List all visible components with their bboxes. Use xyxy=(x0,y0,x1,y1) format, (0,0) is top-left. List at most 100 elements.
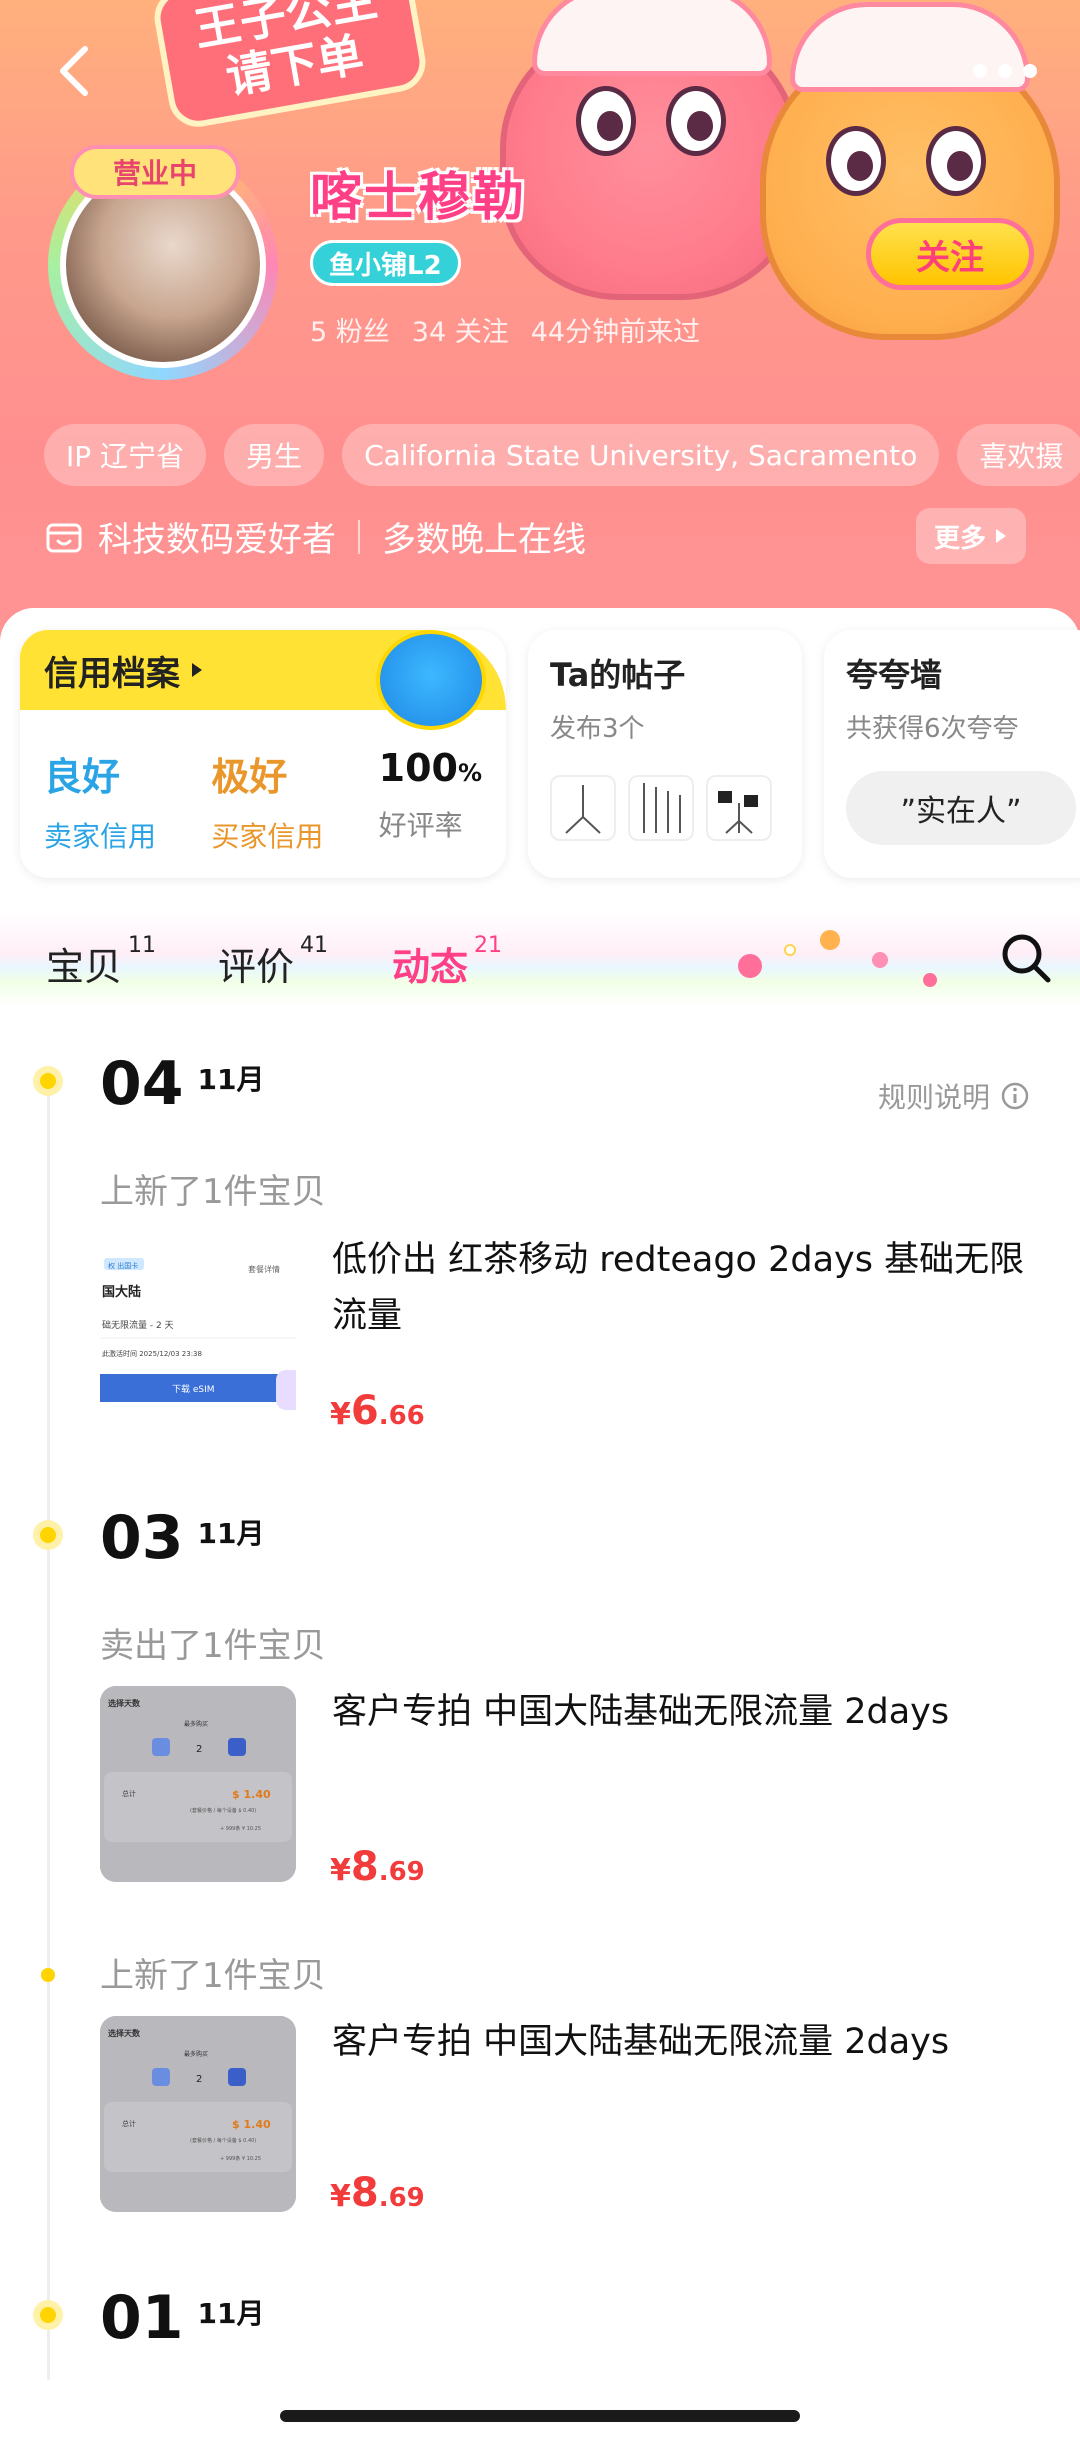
item-price: ¥6.66 xyxy=(330,1388,425,1434)
price-decimal: .66 xyxy=(378,1401,425,1431)
shop-icon xyxy=(46,523,82,552)
search-icon xyxy=(1002,934,1051,983)
tag-location: IP 辽宁省 xyxy=(44,424,207,486)
event-label: 上新了1件宝贝 xyxy=(100,1172,326,1212)
praise-wall-card[interactable]: 夸夸墙 共获得6次夸夸 ”实在人” xyxy=(824,630,1080,878)
tag-school: California State University, Sacramento xyxy=(342,424,940,486)
price-integer: 8 xyxy=(350,2170,379,2216)
intro-online-time: 多数晚上在线 xyxy=(382,520,586,560)
price-decimal: .69 xyxy=(378,2183,425,2213)
date-month: 11月 xyxy=(197,1063,265,1096)
shop-intro: 科技数码爱好者 多数晚上在线 xyxy=(44,512,586,561)
thumb-tag: 权 出国卡 xyxy=(108,1261,138,1270)
summary-cards: 信用档案 良好 卖家信用 极好 买家信用 100% 好评率 Ta的帖子 发布3个 xyxy=(0,608,1080,908)
buyer-credit-value: 极好 xyxy=(211,755,288,799)
tab-activity-count: 21 xyxy=(474,933,503,958)
fans-count[interactable]: 5 粉丝 xyxy=(310,310,390,349)
tag-hobby: 喜欢摄 xyxy=(957,424,1080,486)
camera-mount-icon xyxy=(718,791,758,834)
praise-count: 共获得6次夸夸 xyxy=(846,714,1019,744)
item-image[interactable]: 选择天数 最多购买 2 总计 $ 1.40 (套餐价格 / 每个设备 $ 0.4… xyxy=(100,1686,296,1882)
thumb-link: 套餐详情 xyxy=(248,1264,280,1274)
triangle-right-icon xyxy=(192,663,202,677)
item-title[interactable]: 客户专拍 中国大陆基础无限流量 2days xyxy=(332,1684,1052,1740)
thumb-total-label: 总计 xyxy=(122,2119,136,2128)
price-currency: ¥ xyxy=(330,1397,351,1432)
praise-chip: ”实在人” xyxy=(846,771,1076,845)
follow-button[interactable]: 关注 xyxy=(866,218,1034,290)
profile-tags: IP 辽宁省 男生 California State University, S… xyxy=(44,424,1080,486)
promo-badge: 王子公主 请下单 xyxy=(149,0,431,132)
following-count[interactable]: 34 关注 xyxy=(412,310,509,349)
date-month: 11月 xyxy=(197,2297,265,2330)
more-options-button[interactable] xyxy=(960,36,1050,106)
stands-icon xyxy=(643,783,681,833)
rules-link[interactable]: 规则说明 xyxy=(878,1076,1030,1116)
thumb-qty: 2 xyxy=(196,1744,202,1755)
mascot-icon xyxy=(376,630,486,730)
thumb-qty: 2 xyxy=(196,2074,202,2085)
post-thumbnail[interactable] xyxy=(706,775,772,841)
positive-rate-label: 好评率 xyxy=(378,809,463,842)
shop-header: 王子公主 请下单 营业中 喀士穆勒 鱼小铺L2 5 粉丝 34 关注 44分钟前… xyxy=(0,0,1080,640)
thumb-total-label: 总计 xyxy=(122,1789,136,1798)
timeline-dot xyxy=(33,2300,63,2330)
item-image[interactable]: 权 出国卡 国大陆 套餐详情 础无限流量 - 2 天 此激活时间 2025/12… xyxy=(100,1238,296,1434)
post-thumbnail[interactable] xyxy=(628,775,694,841)
tab-reviews-count: 41 xyxy=(300,933,329,958)
date-day: 03 xyxy=(100,1503,184,1573)
plan-screenshot-thumbnail: 选择天数 最多购买 2 总计 $ 1.40 (套餐价格 / 每个设备 $ 0.4… xyxy=(100,2016,296,2212)
posts-count: 发布3个 xyxy=(550,714,645,744)
tab-bar: 宝贝 11 评价 41 动态 21 xyxy=(0,910,1080,1006)
tab-activity[interactable]: 动态 21 xyxy=(392,933,503,991)
info-icon xyxy=(1001,1082,1029,1110)
credit-profile-card[interactable]: 信用档案 良好 卖家信用 极好 买家信用 100% 好评率 xyxy=(20,630,506,878)
price-currency: ¥ xyxy=(330,1853,351,1888)
item-image[interactable]: 选择天数 最多购买 2 总计 $ 1.40 (套餐价格 / 每个设备 $ 0.4… xyxy=(100,2016,296,2212)
credit-values: 良好 卖家信用 极好 买家信用 100% 好评率 xyxy=(20,710,506,855)
tab-reviews-label: 评价 xyxy=(218,945,295,989)
timeline-dot xyxy=(41,1968,55,1982)
shop-level-badge[interactable]: 鱼小铺L2 xyxy=(310,240,461,286)
tripod-icon xyxy=(565,785,601,834)
more-info-button[interactable]: 更多 xyxy=(916,508,1027,564)
tab-reviews[interactable]: 评价 41 xyxy=(218,933,329,991)
thumb-subtotal: + 999条 ¥ 10.25 xyxy=(220,2155,261,2162)
posts-card[interactable]: Ta的帖子 发布3个 xyxy=(528,630,802,878)
timeline-dot xyxy=(33,1520,63,1550)
timeline-date: 04 11月 xyxy=(100,1052,264,1116)
positive-rate: 100% 好评率 xyxy=(379,746,482,855)
shop-name: 喀士穆勒 xyxy=(310,168,527,228)
back-button[interactable] xyxy=(40,36,110,106)
item-price: ¥8.69 xyxy=(330,1844,425,1890)
positive-rate-unit: % xyxy=(457,759,482,787)
tab-activity-label: 动态 xyxy=(392,945,469,989)
post-thumbnail[interactable] xyxy=(550,775,616,841)
intro-interest: 科技数码爱好者 xyxy=(98,520,336,560)
buyer-credit: 极好 买家信用 xyxy=(211,746,323,855)
shop-stats: 5 粉丝 34 关注 44分钟前来过 xyxy=(310,310,700,349)
home-indicator[interactable] xyxy=(280,2410,800,2422)
esim-screenshot-thumbnail: 权 出国卡 国大陆 套餐详情 础无限流量 - 2 天 此激活时间 2025/12… xyxy=(100,1238,296,1434)
thumb-expiry: 此激活时间 2025/12/03 23:38 xyxy=(102,1349,202,1358)
posts-title: Ta的帖子 xyxy=(550,656,686,694)
item-title[interactable]: 低价出 红茶移动 redteago 2days 基础无限流量 xyxy=(332,1232,1052,1344)
tab-items[interactable]: 宝贝 11 xyxy=(46,933,157,991)
date-day: 01 xyxy=(100,2283,184,2353)
item-price: ¥8.69 xyxy=(330,2170,425,2216)
thumb-subtotal: + 999条 ¥ 10.25 xyxy=(220,1825,261,1832)
open-status-badge: 营业中 xyxy=(70,145,240,199)
mascot-illustration-pink xyxy=(500,0,800,300)
more-dots-icon xyxy=(973,64,1037,78)
chevron-left-icon xyxy=(60,46,88,96)
tab-items-count: 11 xyxy=(128,933,157,958)
timeline-date: 01 11月 xyxy=(100,2286,264,2350)
seller-credit: 良好 卖家信用 xyxy=(44,746,156,855)
timeline-line xyxy=(47,1080,50,2380)
more-info-label: 更多 xyxy=(934,523,987,554)
search-button[interactable] xyxy=(996,928,1056,988)
item-title[interactable]: 客户专拍 中国大陆基础无限流量 2days xyxy=(332,2014,1052,2070)
positive-rate-value: 100 xyxy=(378,746,458,790)
thumb-title: 选择天数 xyxy=(108,1698,141,1708)
date-day: 04 xyxy=(100,1049,184,1119)
